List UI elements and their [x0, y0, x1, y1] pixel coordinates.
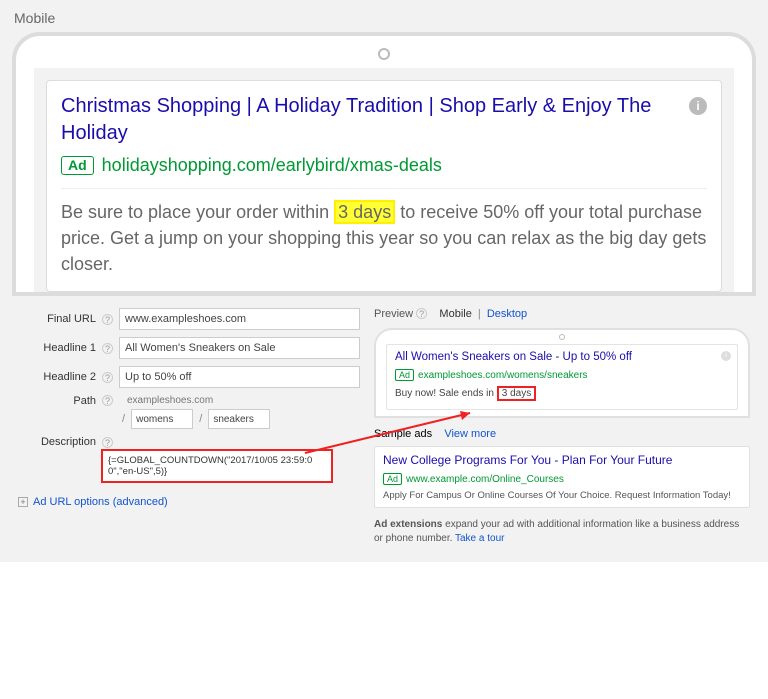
headline2-label: Headline 2 — [18, 371, 96, 383]
ad-extensions-note: Ad extensions expand your ad with additi… — [374, 518, 750, 546]
path1-input[interactable] — [131, 409, 193, 429]
phone-speaker-icon — [378, 48, 390, 60]
tab-desktop[interactable]: Desktop — [487, 308, 527, 320]
countdown-highlight: 3 days — [497, 386, 536, 401]
preview-display-url: exampleshoes.com/womens/sneakers — [418, 370, 588, 381]
ad-description: Be sure to place your order within 3 day… — [61, 199, 707, 277]
preview-description: Buy now! Sale ends in 3 days — [395, 386, 729, 401]
ad-badge: Ad — [395, 369, 414, 381]
ad-preview-card: Christmas Shopping | A Holiday Tradition… — [46, 80, 722, 292]
ad-preview-card-small: i All Women's Sneakers on Sale - Up to 5… — [386, 344, 738, 410]
ad-display-url: holidayshopping.com/earlybird/xmas-deals — [102, 155, 442, 176]
preview-headline: All Women's Sneakers on Sale - Up to 50%… — [395, 351, 729, 363]
description-input[interactable]: {=GLOBAL_COUNTDOWN("2017/10/05 23:59:00"… — [102, 450, 332, 482]
preview-tab-row: Preview ? Mobile | Desktop — [374, 308, 750, 320]
help-icon[interactable]: ? — [102, 437, 113, 448]
ad-desc-pre: Be sure to place your order within — [61, 202, 329, 222]
headline1-label: Headline 1 — [18, 342, 96, 354]
path-label: Path — [18, 395, 96, 407]
help-icon[interactable]: ? — [102, 395, 113, 406]
preview-desc-pre: Buy now! Sale ends in — [395, 388, 494, 399]
sample-url: www.example.com/Online_Courses — [406, 474, 564, 485]
sample-desc: Apply For Campus Or Online Courses Of Yo… — [383, 490, 741, 501]
sample-ads-label: Sample ads — [374, 428, 432, 440]
phone-frame-small: i All Women's Sneakers on Sale - Up to 5… — [374, 328, 750, 418]
ad-url-options-toggle[interactable]: + Ad URL options (advanced) — [18, 496, 360, 508]
ad-badge: Ad — [383, 473, 402, 485]
ext-bold: Ad extensions — [374, 519, 442, 530]
description-label: Description — [18, 436, 96, 448]
sample-headline: New College Programs For You - Plan For … — [383, 453, 741, 467]
preview-column: Preview ? Mobile | Desktop i All Women's… — [370, 308, 768, 546]
mobile-label: Mobile — [14, 10, 756, 26]
headline1-row: Headline 1 ? — [18, 337, 360, 359]
phone-frame-large: Christmas Shopping | A Holiday Tradition… — [12, 32, 756, 296]
headline2-row: Headline 2 ? — [18, 366, 360, 388]
final-url-label: Final URL — [18, 313, 96, 325]
headline2-input[interactable] — [119, 366, 360, 388]
help-icon[interactable]: ? — [416, 308, 427, 319]
help-icon[interactable]: ? — [102, 343, 113, 354]
plus-icon: + — [18, 497, 28, 507]
description-label-row: Description ? — [18, 436, 360, 448]
ad-editor-section: Final URL ? Headline 1 ? Headline 2 ? Pa… — [0, 296, 768, 562]
final-url-row: Final URL ? — [18, 308, 360, 330]
help-icon[interactable]: ? — [102, 314, 113, 325]
view-more-link[interactable]: View more — [444, 428, 496, 440]
top-mobile-preview-section: Mobile Christmas Shopping | A Holiday Tr… — [0, 0, 768, 296]
phone-speaker-icon — [559, 334, 565, 340]
path2-input[interactable] — [208, 409, 270, 429]
ad-badge: Ad — [61, 156, 94, 175]
ad-form: Final URL ? Headline 1 ? Headline 2 ? Pa… — [0, 308, 370, 546]
tab-mobile[interactable]: Mobile — [439, 308, 471, 320]
path-domain: exampleshoes.com — [119, 395, 360, 406]
final-url-input[interactable] — [119, 308, 360, 330]
take-tour-link[interactable]: Take a tour — [455, 533, 504, 544]
ad-headline: Christmas Shopping | A Holiday Tradition… — [61, 93, 681, 147]
headline1-input[interactable] — [119, 337, 360, 359]
sample-ad-card: New College Programs For You - Plan For … — [374, 446, 750, 508]
help-icon[interactable]: ? — [102, 372, 113, 383]
info-icon[interactable]: i — [721, 351, 731, 361]
sample-ads-row: Sample ads View more — [374, 428, 750, 440]
preview-label: Preview — [374, 308, 413, 320]
info-icon[interactable]: i — [689, 97, 707, 115]
ad-url-options-label: Ad URL options (advanced) — [33, 496, 168, 508]
countdown-highlight: 3 days — [334, 200, 395, 224]
path-row: Path ? exampleshoes.com / / — [18, 395, 360, 429]
phone-screen: Christmas Shopping | A Holiday Tradition… — [34, 68, 734, 292]
